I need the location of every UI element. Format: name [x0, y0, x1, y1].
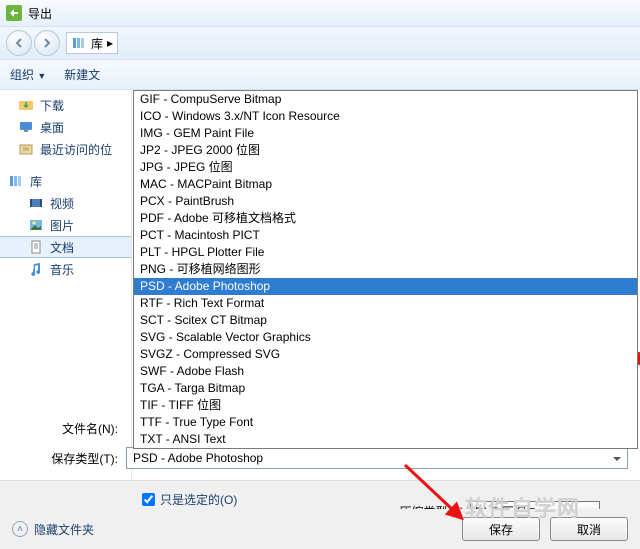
sidebar-item-label: 文档 — [50, 239, 74, 256]
sidebar-item-label: 音乐 — [50, 261, 74, 278]
checkbox-selected-only[interactable]: 只是选定的(O) — [142, 491, 279, 508]
dropdown-item[interactable]: SWF - Adobe Flash — [134, 363, 637, 380]
dropdown-item[interactable]: SVG - Scalable Vector Graphics — [134, 329, 637, 346]
save-type-combo[interactable]: PSD - Adobe Photoshop — [126, 447, 628, 469]
sidebar-item-pictures[interactable]: 图片 — [0, 214, 131, 236]
nav-bar: 库 ▸ — [0, 26, 640, 60]
sidebar-item-music[interactable]: 音乐 — [0, 258, 131, 280]
desktop-icon — [18, 119, 34, 135]
cancel-button[interactable]: 取消 — [550, 517, 628, 541]
dropdown-item[interactable]: SVGZ - Compressed SVG — [134, 346, 637, 363]
sidebar-item-label: 图片 — [50, 217, 74, 234]
toolbar: 组织 ▼ 新建文 — [0, 60, 640, 90]
dropdown-item[interactable]: GIF - CompuServe Bitmap — [134, 91, 637, 108]
dropdown-item[interactable]: TGA - Targa Bitmap — [134, 380, 637, 397]
recent-icon — [18, 141, 34, 157]
dropdown-item[interactable]: PSD - Adobe Photoshop — [134, 278, 637, 295]
pictures-icon — [28, 217, 44, 233]
video-icon — [28, 195, 44, 211]
filename-label: 文件名(N): — [0, 420, 126, 437]
sidebar-item-videos[interactable]: 视频 — [0, 192, 131, 214]
save-type-dropdown-list[interactable]: GIF - CompuServe BitmapICO - Windows 3.x… — [133, 90, 638, 449]
path-label: 库 — [91, 35, 103, 52]
forward-button[interactable] — [34, 30, 60, 56]
sidebar-item-downloads[interactable]: 下载 — [0, 94, 131, 116]
download-icon — [18, 97, 34, 113]
new-folder-button[interactable]: 新建文 — [64, 66, 100, 83]
checkbox-label: 只是选定的(O) — [160, 491, 237, 508]
app-icon — [6, 5, 22, 21]
checkbox-input[interactable] — [142, 493, 155, 506]
hide-folders-label: 隐藏文件夹 — [34, 521, 94, 538]
dropdown-item[interactable]: PNG - 可移植网络图形 — [134, 261, 637, 278]
title-bar: 导出 — [0, 0, 640, 26]
sidebar-item-label: 库 — [30, 173, 42, 190]
dropdown-item[interactable]: IMG - GEM Paint File — [134, 125, 637, 142]
dropdown-item[interactable]: PCT - Macintosh PICT — [134, 227, 637, 244]
sidebar-item-documents[interactable]: 文档 — [0, 236, 131, 258]
sidebar-item-label: 最近访问的位 — [40, 141, 112, 158]
path-box[interactable]: 库 ▸ — [66, 32, 118, 54]
chevron-up-icon: ˄ — [12, 521, 28, 537]
hide-folders-toggle[interactable]: ˄ 隐藏文件夹 — [12, 521, 94, 538]
chevron-down-icon: ▼ — [37, 71, 46, 81]
dropdown-item[interactable]: PCX - PaintBrush — [134, 193, 637, 210]
dropdown-item[interactable]: PLT - HPGL Plotter File — [134, 244, 637, 261]
chevron-down-icon — [609, 451, 625, 467]
dropdown-item[interactable]: MAC - MACPaint Bitmap — [134, 176, 637, 193]
sidebar-library-header[interactable]: 库 — [0, 170, 131, 192]
music-icon — [28, 261, 44, 277]
dropdown-item[interactable]: JP2 - JPEG 2000 位图 — [134, 142, 637, 159]
chevron-right-icon: ▸ — [107, 36, 113, 50]
organize-menu[interactable]: 组织 ▼ — [10, 66, 46, 83]
main-area: 下载 桌面 最近访问的位 库 视频 图片 — [0, 90, 640, 480]
library-icon — [71, 35, 87, 51]
save-type-value: PSD - Adobe Photoshop — [133, 451, 263, 465]
dropdown-item[interactable]: JPG - JPEG 位图 — [134, 159, 637, 176]
window-title: 导出 — [28, 5, 52, 22]
back-button[interactable] — [6, 30, 32, 56]
sidebar-item-label: 桌面 — [40, 119, 64, 136]
sidebar-item-recent[interactable]: 最近访问的位 — [0, 138, 131, 160]
dropdown-item[interactable]: TIF - TIFF 位图 — [134, 397, 637, 414]
dropdown-item[interactable]: TTF - True Type Font — [134, 414, 637, 431]
nav-buttons — [6, 30, 60, 56]
documents-icon — [28, 239, 44, 255]
sidebar-item-desktop[interactable]: 桌面 — [0, 116, 131, 138]
save-button[interactable]: 保存 — [462, 517, 540, 541]
dropdown-item[interactable]: RTF - Rich Text Format — [134, 295, 637, 312]
dropdown-item[interactable]: PDF - Adobe 可移植文档格式 — [134, 210, 637, 227]
dropdown-item[interactable]: SCT - Scitex CT Bitmap — [134, 312, 637, 329]
bottom-bar: ˄ 隐藏文件夹 保存 取消 — [0, 509, 640, 549]
dropdown-item[interactable]: TXT - ANSI Text — [134, 431, 637, 448]
savetype-label: 保存类型(T): — [0, 450, 126, 467]
dropdown-item[interactable]: ICO - Windows 3.x/NT Icon Resource — [134, 108, 637, 125]
sidebar-item-label: 视频 — [50, 195, 74, 212]
sidebar-item-label: 下载 — [40, 97, 64, 114]
library-icon — [8, 173, 24, 189]
